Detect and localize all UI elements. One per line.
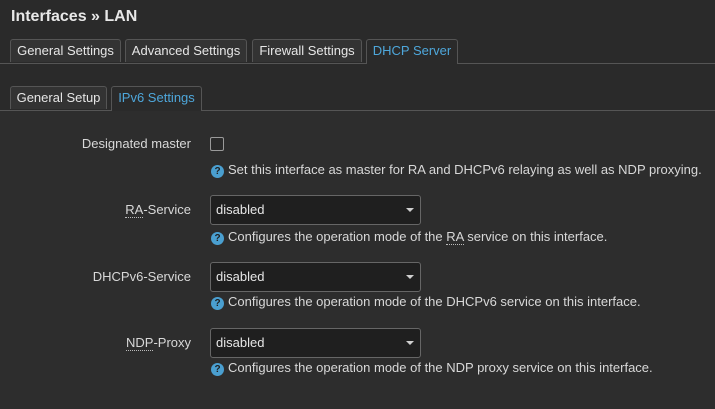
chevron-down-icon xyxy=(406,341,414,345)
dhcpv6-help-text: Configures the operation mode of the DHC… xyxy=(228,294,641,309)
designated-master-help: ? Set this interface as master for RA and… xyxy=(211,162,702,178)
dhcpv6-service-label: DHCPv6-Service xyxy=(92,269,191,284)
dhcpv6-service-value: disabled xyxy=(216,269,265,284)
ndp-proxy-help: ? Configures the operation mode of the ND… xyxy=(211,360,653,376)
ra-help-pre: Configures the operation mode of the xyxy=(228,229,447,244)
chevron-down-icon xyxy=(406,208,414,212)
sub-tabbar: General Setup IPv6 Settings xyxy=(0,86,715,111)
chevron-down-icon xyxy=(406,275,414,279)
ra-service-value: disabled xyxy=(216,202,265,217)
tab-firewall-settings[interactable]: Firewall Settings xyxy=(252,39,362,62)
main-tabbar: General Settings Advanced Settings Firew… xyxy=(0,39,715,64)
ndp-help-text: Configures the operation mode of the NDP… xyxy=(228,360,653,375)
dhcpv6-service-select[interactable]: disabled xyxy=(210,262,421,292)
ndp-abbr: NDP xyxy=(125,335,154,351)
ra-service-label-rest: -Service xyxy=(143,202,191,217)
tab-general-setup[interactable]: General Setup xyxy=(10,86,107,109)
ndp-proxy-value: disabled xyxy=(216,335,265,350)
tab-advanced-settings[interactable]: Advanced Settings xyxy=(125,39,247,62)
ra-service-help: ? Configures the operation mode of the RA… xyxy=(211,229,607,245)
ra-help-abbr: RA xyxy=(446,229,464,245)
tab-ipv6-settings[interactable]: IPv6 Settings xyxy=(111,86,202,111)
dhcpv6-service-help: ? Configures the operation mode of the DH… xyxy=(211,294,641,310)
ra-service-select[interactable]: disabled xyxy=(210,195,421,225)
ndp-proxy-label: NDP-Proxy xyxy=(125,335,191,351)
designated-master-checkbox[interactable] xyxy=(210,137,224,151)
question-icon: ? xyxy=(211,165,224,178)
ra-abbr: RA xyxy=(125,202,144,218)
designated-master-help-text: Set this interface as master for RA and … xyxy=(228,162,702,177)
question-icon: ? xyxy=(211,232,224,245)
tab-dhcp-server[interactable]: DHCP Server xyxy=(366,39,458,64)
question-icon: ? xyxy=(211,297,224,310)
ra-service-label: RA-Service xyxy=(125,202,191,218)
question-icon: ? xyxy=(211,363,224,376)
ra-help-post: service on this interface. xyxy=(463,229,608,244)
ndp-proxy-select[interactable]: disabled xyxy=(210,328,421,358)
designated-master-label: Designated master xyxy=(81,136,191,151)
ndp-proxy-label-rest: -Proxy xyxy=(153,335,191,350)
tab-general-settings[interactable]: General Settings xyxy=(10,39,121,62)
page-title: Interfaces » LAN xyxy=(11,8,138,25)
